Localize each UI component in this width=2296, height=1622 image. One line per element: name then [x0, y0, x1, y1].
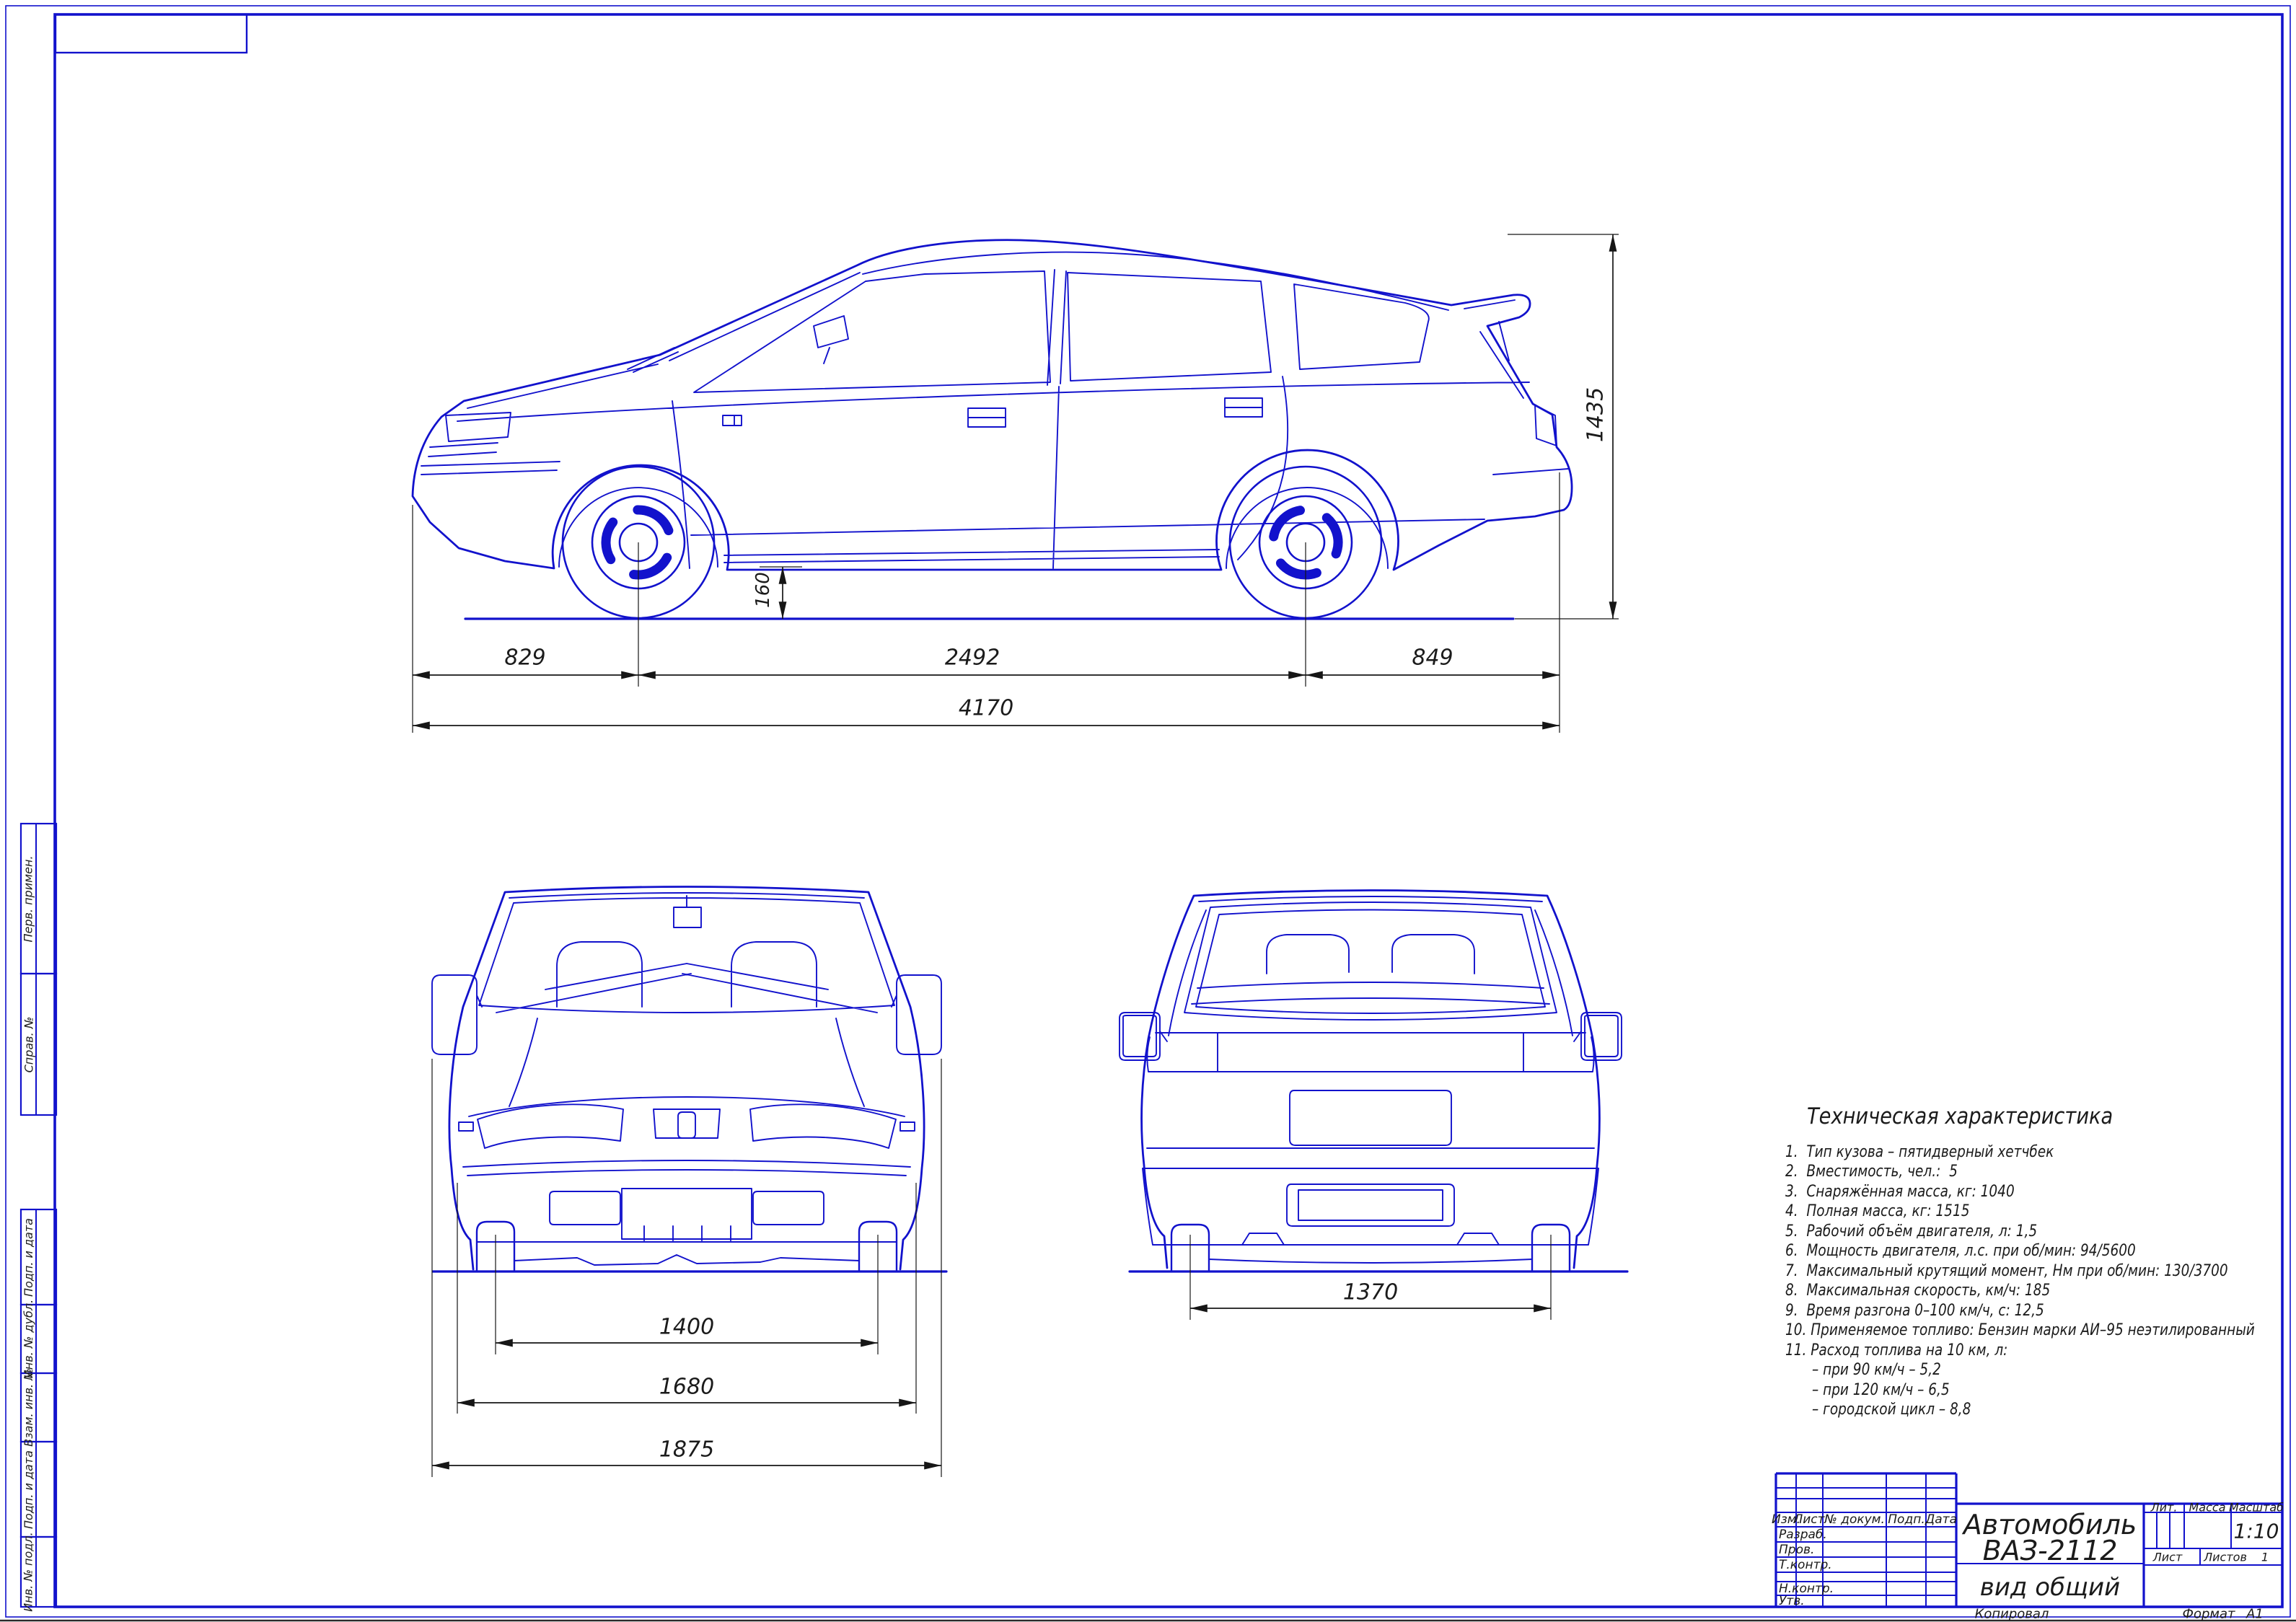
- spec-line: 10. Применяемое топливо: Бензин марки АИ…: [1785, 1321, 2255, 1339]
- spec-line: 6. Мощность двигателя, л.с. при об/мин: …: [1785, 1242, 2136, 1260]
- tb-row-utv: Утв.: [1779, 1594, 1805, 1608]
- margin-box-sprav-no: Справ. №: [21, 974, 36, 1115]
- spec-line: – при 120 км/ч – 6,5: [1812, 1381, 1950, 1399]
- tb-col-data: Дата: [1925, 1512, 1957, 1527]
- format-value: А1: [2246, 1607, 2264, 1622]
- tb-col-list: Лист: [1793, 1512, 1824, 1527]
- tb-row-razrab: Разраб.: [1779, 1528, 1827, 1542]
- margin-box-vzam-inv: Взам. инв. №: [21, 1373, 36, 1442]
- dim-front-width: 1680: [659, 1375, 714, 1400]
- format-label: Формат: [2182, 1607, 2235, 1622]
- dim-rear-track: 1370: [1343, 1280, 1398, 1305]
- dimension-linework: [0, 0, 2296, 1622]
- margin-box-inv-podl: Инв. № подл.: [21, 1537, 36, 1607]
- tb-scale-value: 1:10: [2234, 1520, 2279, 1543]
- spec-line: 3. Снаряжённая масса, кг: 1040: [1785, 1183, 2015, 1201]
- tb-lit-label: Лит.: [2151, 1501, 2178, 1515]
- tb-sheet-label: Лист: [2153, 1551, 2183, 1564]
- margin-box-inv-dubl: Инв. № дубл.: [21, 1305, 36, 1373]
- margin-box-podp-data-1: Подп. и дата: [21, 1209, 36, 1305]
- drawing-sheet: 829 2492 849 4170 1435 160 1400 1680 187…: [0, 0, 2296, 1622]
- doc-subtitle: вид общий: [1980, 1573, 2120, 1602]
- dim-front-track: 1400: [659, 1315, 714, 1340]
- tb-scale-label: Масштаб: [2229, 1501, 2284, 1515]
- tb-sheets-label: Листов: [2204, 1551, 2247, 1564]
- dim-side-height: 1435: [1583, 387, 1609, 442]
- doc-title-line2: ВАЗ-2112: [1983, 1535, 2118, 1566]
- tb-mass-label: Масса: [2189, 1501, 2225, 1515]
- spec-line: 4. Полная масса, кг: 1515: [1785, 1202, 1969, 1220]
- spec-line: 7. Максимальный крутящий момент, Нм при …: [1785, 1262, 2228, 1280]
- margin-box-podp-data-2: Подп. и дата: [21, 1442, 36, 1537]
- spec-line: – городской цикл – 8,8: [1812, 1401, 1971, 1419]
- tb-row-prov: Пров.: [1779, 1543, 1814, 1557]
- spec-line: 8. Максимальная скорость, км/ч: 185: [1785, 1282, 2050, 1300]
- tb-sheets-value: 1: [2261, 1551, 2269, 1564]
- tech-specs-title: Техническая характеристика: [1807, 1103, 2113, 1129]
- margin-box-perv-primen: Перв. примен.: [21, 824, 36, 974]
- spec-line: 11. Расход топлива на 10 км, л:: [1785, 1341, 2007, 1359]
- dim-side-clearance: 160: [752, 572, 774, 608]
- spec-line: 1. Тип кузова – пятидверный хетчбек: [1785, 1143, 2054, 1161]
- spec-line: 9. Время разгона 0–100 км/ч, с: 12,5: [1785, 1302, 2044, 1320]
- tb-row-tkontr: Т.контр.: [1779, 1558, 1832, 1572]
- kopiroval-label: Копировал: [1975, 1607, 2049, 1622]
- dim-side-wheelbase: 2492: [945, 645, 1000, 671]
- dim-side-length: 4170: [959, 696, 1013, 721]
- spec-line: 2. Вместимость, чел.: 5: [1785, 1163, 1958, 1181]
- tb-col-podp: Подп.: [1888, 1512, 1925, 1527]
- spec-line: – при 90 км/ч – 5,2: [1812, 1361, 1941, 1379]
- dim-front-width-mirrors: 1875: [659, 1437, 714, 1463]
- dim-side-rear-overhang: 849: [1412, 645, 1453, 671]
- spec-line: 5. Рабочий объём двигателя, л: 1,5: [1785, 1222, 2037, 1240]
- dim-side-front-overhang: 829: [504, 645, 545, 671]
- tb-col-dokum: № докум.: [1824, 1512, 1885, 1527]
